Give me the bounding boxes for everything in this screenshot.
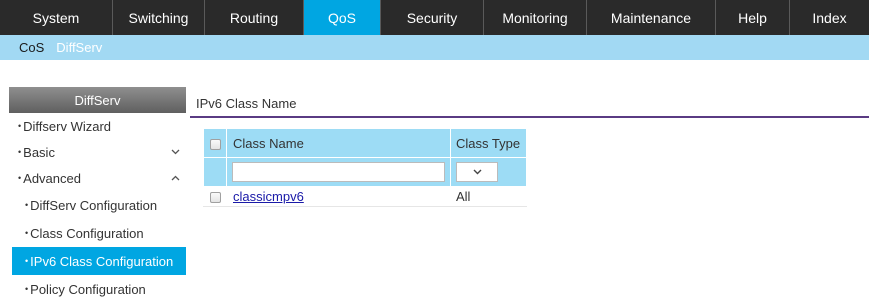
- class-name-link[interactable]: classicmpv6: [233, 189, 304, 204]
- column-header-class-name[interactable]: Class Name: [226, 128, 451, 158]
- tab-security[interactable]: Security: [381, 0, 484, 35]
- sidebar: DiffServ • Diffserv Wizard • Basic • Adv…: [9, 87, 186, 301]
- row-checkbox-cell: [203, 186, 227, 207]
- filter-type-cell: [450, 157, 527, 187]
- sidebar-item-ipv6-class-configuration[interactable]: • IPv6 Class Configuration: [12, 247, 186, 275]
- sidebar-item-label: DiffServ Configuration: [30, 197, 158, 213]
- sidebar-item-label: IPv6 Class Configuration: [30, 253, 174, 269]
- sidebar-item-diffserv-configuration[interactable]: • DiffServ Configuration: [9, 191, 186, 219]
- class-name-cell: classicmpv6: [226, 186, 451, 207]
- chevron-down-icon: [473, 167, 482, 177]
- table-header-row: Class Name Class Type: [203, 128, 527, 158]
- tab-qos[interactable]: QoS: [304, 0, 381, 35]
- bullet-icon: •: [18, 121, 22, 131]
- sidebar-item-advanced[interactable]: • Advanced: [9, 165, 186, 191]
- chevron-down-icon: [171, 147, 180, 157]
- bullet-icon: •: [25, 256, 29, 266]
- sidebar-item-basic[interactable]: • Basic: [9, 139, 186, 165]
- class-type-cell: All: [450, 186, 527, 207]
- sidebar-item-label: Basic: [23, 144, 55, 160]
- sidebar-item-diffserv-wizard[interactable]: • Diffserv Wizard: [9, 113, 186, 139]
- subnav-diffserv[interactable]: DiffServ: [56, 40, 102, 55]
- table-filter-row: [203, 157, 527, 187]
- bullet-icon: •: [25, 284, 29, 294]
- page-title: IPv6 Class Name: [196, 96, 297, 111]
- subnav-cos[interactable]: CoS: [19, 40, 44, 55]
- tab-switching[interactable]: Switching: [113, 0, 205, 35]
- tab-system[interactable]: System: [0, 0, 113, 35]
- sidebar-item-label: Policy Configuration: [30, 281, 146, 297]
- sidebar-item-class-configuration[interactable]: • Class Configuration: [9, 219, 186, 247]
- column-header-class-type[interactable]: Class Type: [450, 128, 527, 158]
- sidebar-item-label: Diffserv Wizard: [23, 118, 112, 134]
- sidebar-item-label: Advanced: [23, 170, 81, 186]
- tab-index[interactable]: Index: [790, 0, 869, 35]
- select-all-checkbox[interactable]: [209, 138, 221, 150]
- tab-maintenance[interactable]: Maintenance: [587, 0, 716, 35]
- bullet-icon: •: [18, 173, 22, 183]
- bullet-icon: •: [18, 147, 22, 157]
- sidebar-item-policy-configuration[interactable]: • Policy Configuration: [9, 275, 186, 301]
- sub-nav-bar: CoS DiffServ: [0, 35, 869, 60]
- filter-name-cell: [226, 157, 451, 187]
- tab-routing[interactable]: Routing: [205, 0, 304, 35]
- tab-monitoring[interactable]: Monitoring: [484, 0, 587, 35]
- class-type-filter-select[interactable]: [456, 162, 498, 182]
- class-table: Class Name Class Type classicmpv6 All: [203, 128, 527, 207]
- class-name-filter-input[interactable]: [232, 162, 445, 182]
- chevron-up-icon: [171, 173, 180, 183]
- title-divider: [190, 116, 869, 118]
- bullet-icon: •: [25, 200, 29, 210]
- sidebar-header: DiffServ: [9, 87, 186, 113]
- table-row: classicmpv6 All: [203, 186, 527, 207]
- row-checkbox[interactable]: [209, 192, 221, 204]
- select-all-cell: [203, 128, 227, 158]
- bullet-icon: •: [25, 228, 29, 238]
- filter-empty-cell: [203, 157, 227, 187]
- tab-help[interactable]: Help: [716, 0, 790, 35]
- sidebar-item-label: Class Configuration: [30, 225, 144, 241]
- top-nav-bar: System Switching Routing QoS Security Mo…: [0, 0, 869, 35]
